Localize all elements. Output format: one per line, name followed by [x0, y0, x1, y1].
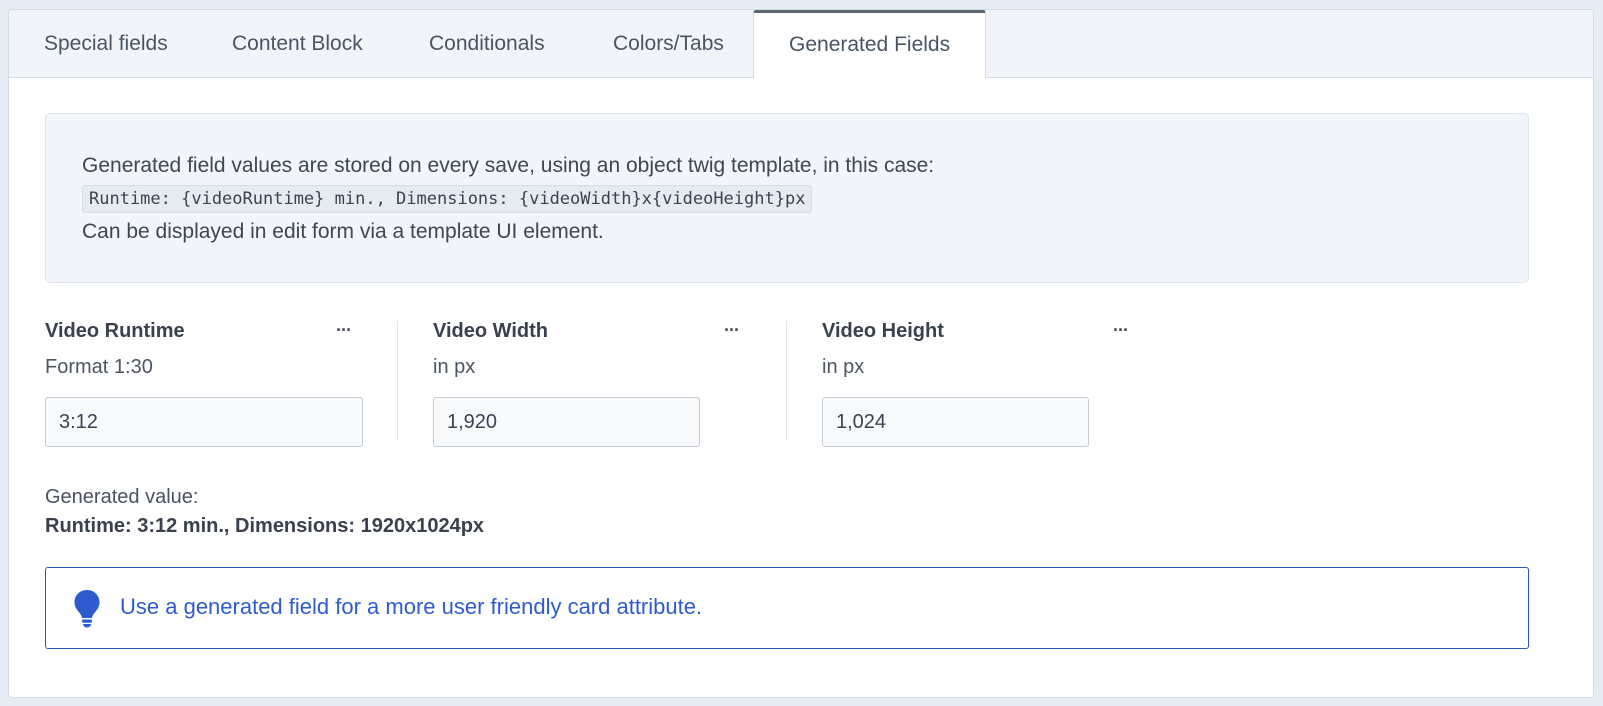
template-code: Runtime: {videoRuntime} min., Dimensions… — [82, 185, 813, 213]
field-label: Video Height — [822, 320, 944, 342]
field-help: Format 1:30 — [45, 356, 153, 378]
tab-bar: Special fields Content Block Conditional… — [9, 10, 1593, 79]
info-box: Generated field values are stored on eve… — [45, 113, 1529, 283]
info-note: Can be displayed in edit form via a temp… — [82, 220, 604, 243]
more-options-icon[interactable]: ··· — [336, 320, 352, 340]
tab-generated-fields[interactable]: Generated Fields — [753, 10, 987, 79]
more-options-icon[interactable]: ··· — [1113, 320, 1129, 340]
field-divider — [397, 321, 398, 440]
info-description: Generated field values are stored on eve… — [82, 154, 935, 177]
more-options-icon[interactable]: ··· — [724, 320, 740, 340]
tab-colors-tabs[interactable]: Colors/Tabs — [613, 10, 724, 77]
field-label: Video Runtime — [45, 320, 185, 342]
tab-conditionals[interactable]: Conditionals — [429, 10, 545, 77]
field-help: in px — [822, 356, 865, 378]
field-divider — [786, 321, 787, 440]
lightbulb-icon — [74, 590, 100, 628]
video-height-input[interactable] — [822, 397, 1089, 447]
hint-box: Use a generated field for a more user fr… — [45, 567, 1529, 649]
video-runtime-input[interactable] — [45, 397, 363, 447]
video-width-input[interactable] — [433, 397, 700, 447]
generated-value: Runtime: 3:12 min., Dimensions: 1920x102… — [45, 515, 485, 537]
tab-special-fields[interactable]: Special fields — [44, 10, 168, 77]
field-help: in px — [433, 356, 476, 378]
content-panel: Special fields Content Block Conditional… — [8, 9, 1594, 698]
hint-text: Use a generated field for a more user fr… — [120, 594, 703, 619]
field-label: Video Width — [433, 320, 548, 342]
tab-content-block[interactable]: Content Block — [232, 10, 363, 77]
generated-value-label: Generated value: — [45, 486, 199, 508]
